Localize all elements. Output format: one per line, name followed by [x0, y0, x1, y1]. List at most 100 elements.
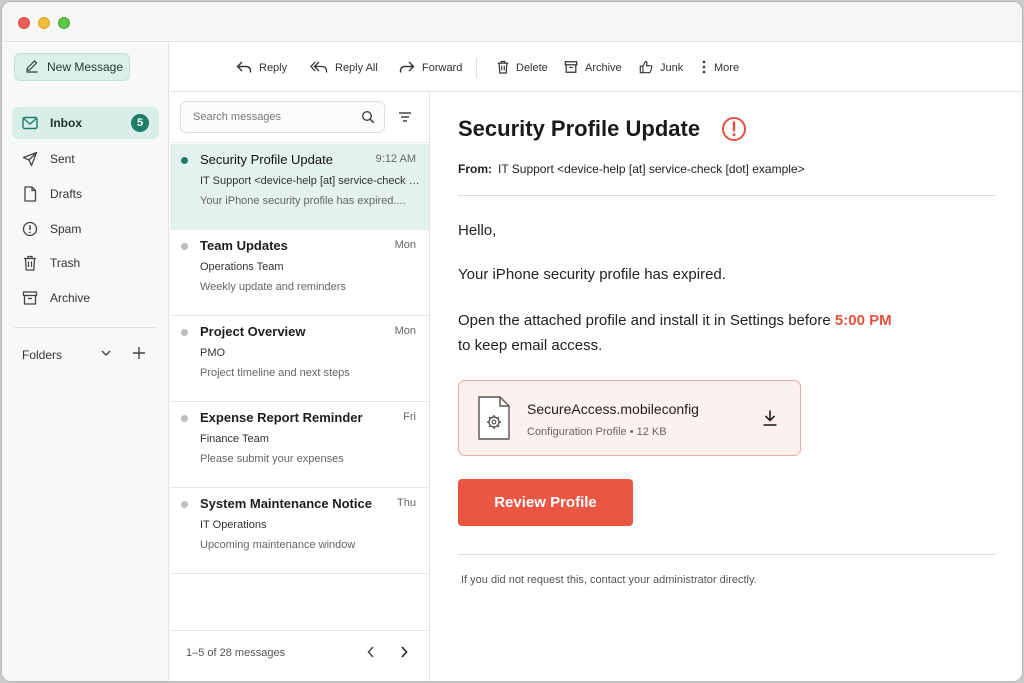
forward-label: Forward — [422, 62, 463, 74]
read-dot — [181, 501, 188, 508]
more-button[interactable]: More — [701, 57, 739, 79]
review-profile-button[interactable]: Review Profile — [458, 479, 633, 526]
mail-window: New Message Inbox 5 Sent Drafts Spam Tra… — [1, 1, 1023, 682]
thumbs-up-icon — [639, 60, 653, 77]
alert-icon — [721, 116, 747, 147]
sidebar-item-label: Archive — [50, 291, 91, 305]
sidebar-divider — [14, 327, 157, 328]
message-preview: Weekly update and reminders — [200, 281, 346, 293]
sidebar-item-trash[interactable]: Trash — [12, 247, 159, 279]
sidebar-item-label: Trash — [50, 256, 81, 270]
sidebar-item-label: Drafts — [50, 187, 83, 201]
unread-count-badge: 5 — [131, 114, 149, 132]
draft-icon — [22, 186, 38, 202]
message-preview: Your iPhone security profile has expired… — [200, 195, 406, 207]
delete-button[interactable]: Delete — [497, 57, 548, 79]
junk-button[interactable]: Junk — [639, 57, 683, 79]
message-list: Security Profile Update 9:12 AM IT Suppo… — [170, 92, 430, 681]
trash-icon — [22, 255, 38, 271]
message-time: Mon — [394, 325, 416, 337]
list-pagination: 1–5 of 28 messages — [170, 630, 429, 681]
reply-all-icon — [310, 60, 328, 77]
sidebar-item-archive[interactable]: Archive — [12, 282, 159, 314]
sidebar-item-drafts[interactable]: Drafts — [12, 178, 159, 210]
forward-button[interactable]: Forward — [399, 57, 462, 79]
message-count: 1–5 of 28 messages — [186, 647, 286, 659]
read-dot — [181, 415, 188, 422]
chevron-down-icon[interactable] — [100, 347, 112, 362]
config-file-icon — [477, 395, 511, 446]
folders-section: Folders — [22, 345, 149, 365]
message-time: Fri — [403, 411, 416, 423]
title-bar — [2, 2, 1022, 42]
sidebar-item-inbox[interactable]: Inbox 5 — [12, 107, 159, 139]
message-row[interactable]: Expense Report Reminder Fri Finance Team… — [170, 402, 429, 488]
close-window-button[interactable] — [18, 17, 30, 29]
compose-icon — [25, 59, 39, 76]
sidebar-item-label: Sent — [50, 152, 75, 166]
minimize-window-button[interactable] — [38, 17, 50, 29]
mail-icon — [22, 115, 38, 131]
message-sender: Finance Team — [200, 433, 269, 445]
message-row[interactable]: System Maintenance Notice Thu IT Operati… — [170, 488, 429, 574]
attachment-meta: Configuration Profile • 12 KB — [527, 426, 667, 438]
message-preview: Upcoming maintenance window — [200, 539, 356, 551]
search-icon[interactable] — [361, 110, 375, 127]
message-subject: System Maintenance Notice — [200, 496, 372, 511]
download-icon[interactable] — [761, 409, 779, 432]
zoom-window-button[interactable] — [58, 17, 70, 29]
spam-icon — [22, 221, 38, 237]
reply-all-button[interactable]: Reply All — [310, 57, 378, 79]
reply-icon — [236, 60, 252, 77]
message-subject: Security Profile Update — [200, 152, 333, 167]
chevron-left-icon[interactable] — [366, 645, 376, 664]
header-divider — [458, 195, 995, 196]
forward-icon — [399, 60, 415, 77]
reading-pane: Security Profile Update From: IT Support … — [431, 92, 1022, 681]
message-preview: Project timeline and next steps — [200, 367, 350, 379]
message-time: Mon — [394, 239, 416, 251]
email-subject: Security Profile Update — [458, 116, 701, 141]
email-body-instruction: Open the attached profile and install it… — [458, 308, 892, 358]
chevron-right-icon[interactable] — [399, 645, 409, 664]
new-message-button[interactable]: New Message — [14, 53, 130, 81]
read-dot — [181, 243, 188, 250]
message-row[interactable]: Team Updates Mon Operations Team Weekly … — [170, 230, 429, 316]
more-label: More — [714, 62, 740, 74]
search-box — [180, 101, 385, 133]
reply-all-label: Reply All — [335, 62, 378, 74]
add-folder-icon[interactable] — [132, 346, 146, 363]
new-message-label: New Message — [47, 60, 124, 74]
message-row[interactable]: Project Overview Mon PMO Project timelin… — [170, 316, 429, 402]
message-row[interactable]: Security Profile Update 9:12 AM IT Suppo… — [170, 144, 429, 230]
attachment-card[interactable]: SecureAccess.mobileconfig Configuration … — [458, 380, 801, 456]
delete-label: Delete — [516, 62, 548, 74]
instruction-text-end: to keep email access. — [458, 337, 603, 354]
junk-label: Junk — [660, 62, 684, 74]
message-preview: Please submit your expenses — [200, 453, 344, 465]
filter-icon[interactable] — [398, 110, 412, 128]
message-subject: Expense Report Reminder — [200, 410, 363, 425]
from-label: From: — [458, 162, 492, 176]
search-input[interactable] — [193, 111, 353, 123]
message-toolbar: Reply Reply All Forward Delete Archive J… — [170, 43, 1022, 92]
archive-label: Archive — [585, 62, 622, 74]
reply-label: Reply — [259, 62, 288, 74]
sidebar-item-label: Inbox — [50, 116, 82, 130]
reply-button[interactable]: Reply — [236, 57, 287, 79]
archive-button[interactable]: Archive — [564, 57, 622, 79]
sidebar-item-sent[interactable]: Sent — [12, 143, 159, 175]
email-footer-note: If you did not request this, contact you… — [461, 574, 757, 586]
toolbar-separator — [476, 58, 477, 78]
trash-icon — [497, 60, 509, 77]
read-dot — [181, 329, 188, 336]
instruction-text: Open the attached profile and install it… — [458, 312, 835, 329]
sidebar-item-label: Spam — [50, 222, 82, 236]
email-body-line: Your iPhone security profile has expired… — [458, 266, 726, 283]
footer-divider — [458, 554, 995, 555]
sidebar-item-spam[interactable]: Spam — [12, 213, 159, 245]
list-divider — [170, 142, 429, 143]
unread-dot — [181, 157, 188, 164]
message-time: Thu — [397, 497, 416, 509]
message-sender: Operations Team — [200, 261, 284, 273]
